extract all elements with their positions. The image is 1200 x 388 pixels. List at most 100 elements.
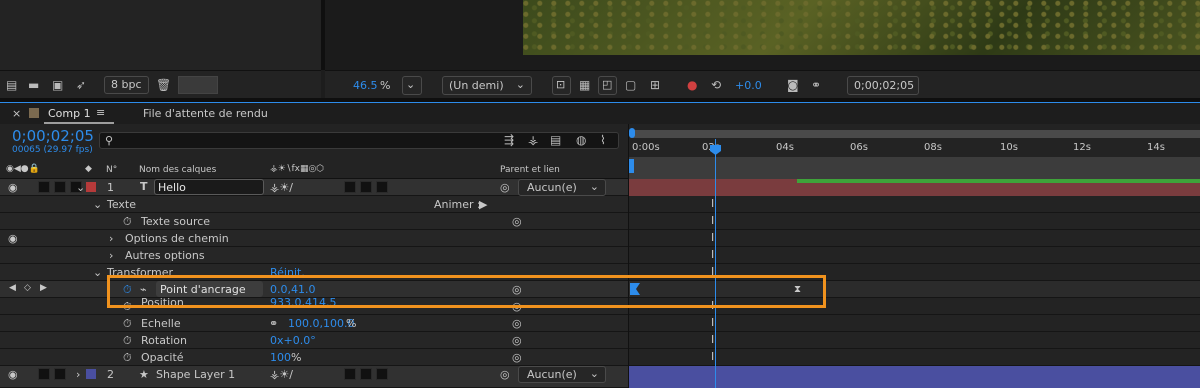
texte-source-row[interactable]: ⏱ Texte source ◎ — [0, 213, 628, 230]
keyframe-add-icon[interactable]: ◇ — [24, 283, 31, 293]
visibility-eye-icon[interactable]: ◉ — [8, 368, 18, 381]
collapse-switch-icon[interactable]: ⚶☀∕ — [270, 181, 293, 194]
options-chemin-row[interactable]: ◉ › Options de chemin — [0, 230, 628, 247]
stopwatch-icon[interactable]: ⏱ — [123, 351, 132, 365]
stopwatch-icon[interactable]: ⏱ — [123, 334, 132, 348]
current-time-display[interactable]: 0;00;02;05 — [12, 127, 94, 145]
echelle-row[interactable]: ⏱ Echelle ⚭ 100.0,100.0 % ◎ — [0, 315, 628, 332]
expand-chevron-icon[interactable]: › — [109, 249, 113, 262]
chevron-down-icon: ⌄ — [515, 78, 525, 91]
shape-layer-star-icon: ★ — [139, 368, 149, 381]
parent-dropdown[interactable]: Aucun(e) ⌄ — [518, 366, 606, 383]
stopwatch-icon[interactable]: ⏱ — [123, 317, 132, 331]
reset-exposure-icon[interactable]: ⟲ — [711, 78, 721, 92]
tab-comp-1[interactable]: Comp 1 — [48, 107, 91, 120]
comp-flowchart-icon[interactable]: ⇶ — [504, 133, 514, 147]
resolution-dropdown[interactable]: (Un demi) ⌄ — [442, 76, 532, 95]
expand-chevron-icon[interactable]: ⌄ — [93, 198, 102, 211]
opacite-value[interactable]: 100 — [270, 351, 291, 364]
visibility-eye-icon[interactable]: ◉ — [8, 181, 18, 194]
column-layer-name[interactable]: Nom des calques — [139, 165, 216, 175]
solo-switch[interactable] — [54, 181, 66, 193]
pick-whip-icon[interactable]: ◎ — [500, 368, 510, 381]
effect-switch[interactable] — [344, 368, 356, 380]
layer-name[interactable]: Hello — [158, 181, 186, 194]
time-navigator[interactable] — [629, 124, 1200, 139]
expand-chevron-icon[interactable]: › — [76, 368, 80, 381]
constrain-link-icon[interactable]: ⚭ — [269, 317, 278, 330]
exposure-value[interactable]: +0.0 — [735, 79, 762, 92]
pick-whip-icon[interactable]: ◎ — [512, 334, 522, 347]
expand-chevron-icon[interactable]: ⌄ — [76, 181, 85, 194]
tab-render-queue[interactable]: File d'attente de rendu — [143, 107, 268, 120]
mask-path-button[interactable]: ◰ — [598, 76, 617, 95]
navigator-start-handle[interactable] — [629, 128, 635, 138]
draft-3d-icon[interactable]: ⚶ — [528, 133, 538, 147]
adjustment-switch[interactable] — [360, 368, 372, 380]
pick-whip-icon[interactable]: ◎ — [500, 181, 510, 194]
project-panel — [0, 0, 321, 70]
parent-dropdown[interactable]: Aucun(e) ⌄ — [518, 179, 606, 196]
render-rocket-icon[interactable]: ➶ — [76, 78, 86, 92]
motion-blur-icon[interactable]: ◍ — [576, 133, 586, 147]
region-of-interest-icon[interactable]: ▢ — [625, 78, 636, 92]
interpret-footage-icon[interactable]: ▤ — [6, 78, 17, 92]
trash-icon[interactable]: 🗑 — [156, 78, 171, 92]
animer-label[interactable]: Animer : — [434, 198, 481, 211]
new-folder-icon[interactable]: ▬ — [28, 78, 39, 92]
adjustment-switch[interactable] — [360, 181, 372, 193]
layer-label-color[interactable] — [86, 369, 96, 379]
texte-group-row[interactable]: ⌄ Texte Animer : ▶ — [0, 196, 628, 213]
playhead-marker: I — [711, 333, 715, 346]
zoom-value[interactable]: 46.5 — [353, 79, 378, 92]
layer-name[interactable]: Shape Layer 1 — [156, 368, 235, 381]
3d-switch[interactable] — [376, 181, 388, 193]
visibility-eye-icon[interactable]: ◉ — [8, 232, 18, 245]
channels-rgb-icon[interactable]: ● — [687, 78, 697, 92]
viewer-timecode[interactable]: 0;00;02;05 — [847, 76, 919, 95]
navigator-bar[interactable] — [633, 130, 1200, 138]
layer-row-2[interactable]: ◉ › 2 ★ Shape Layer 1 ⚶☀∕ ◎ Aucun(e) ⌄ — [0, 366, 628, 388]
playhead-line[interactable] — [715, 139, 716, 388]
new-composition-icon[interactable]: ▣ — [52, 78, 63, 92]
frame-info: 00065 (29.97 fps) — [12, 145, 93, 155]
opacite-row[interactable]: ⏱ Opacité 100 % ◎ — [0, 349, 628, 366]
close-tab-icon[interactable]: × — [12, 107, 21, 120]
keyframe-next-icon[interactable]: ▶ — [40, 283, 47, 293]
effect-switch[interactable] — [344, 181, 356, 193]
options-chemin-label: Options de chemin — [125, 232, 229, 245]
echelle-value[interactable]: 100.0,100.0 — [288, 317, 354, 330]
keyframe-prev-icon[interactable]: ◀ — [9, 283, 16, 293]
grid-guides-icon[interactable]: ⊞ — [650, 78, 660, 92]
zoom-dropdown[interactable]: ⌄ — [402, 76, 422, 95]
expand-chevron-icon[interactable]: ⌄ — [93, 266, 102, 279]
show-snapshot-icon[interactable]: ⚭ — [811, 78, 821, 92]
pick-whip-icon[interactable]: ◎ — [512, 351, 522, 364]
transparency-grid-icon[interactable]: ▦ — [579, 78, 590, 92]
fast-preview-button[interactable]: ⊡ — [552, 76, 571, 95]
graph-editor-icon[interactable]: ⌇ — [600, 133, 606, 147]
stopwatch-icon[interactable]: ⏱ — [123, 215, 132, 229]
layer-label-color[interactable] — [86, 182, 96, 192]
rotation-value[interactable]: 0x+0.0° — [270, 334, 316, 347]
bpc-button[interactable]: 8 bpc — [104, 76, 149, 94]
tab-menu-icon[interactable]: ≡ — [96, 106, 105, 119]
frame-blending-icon[interactable]: ▤ — [550, 133, 561, 147]
rotation-row[interactable]: ⏱ Rotation 0x+0.0° ◎ — [0, 332, 628, 349]
pick-whip-icon[interactable]: ◎ — [512, 215, 522, 228]
autres-options-row[interactable]: › Autres options — [0, 247, 628, 264]
audio-switch[interactable] — [38, 368, 50, 380]
layer-number: 2 — [107, 368, 114, 381]
color-swatch[interactable] — [178, 76, 218, 94]
layer-row-1[interactable]: ◉ ⌄ 1 T Hello ⚶☀∕ ◎ Aucun(e) ⌄ — [0, 179, 628, 196]
3d-switch[interactable] — [376, 368, 388, 380]
snapshot-camera-icon[interactable]: ◙ — [787, 78, 799, 92]
expand-chevron-icon[interactable]: › — [109, 232, 113, 245]
work-area-start[interactable] — [629, 159, 634, 173]
animer-play-icon[interactable]: ▶ — [479, 198, 487, 211]
resolution-label: (Un demi) — [449, 79, 504, 92]
collapse-switch-icon[interactable]: ⚶☀∕ — [270, 368, 293, 381]
audio-switch[interactable] — [38, 181, 50, 193]
pick-whip-icon[interactable]: ◎ — [512, 317, 522, 330]
solo-switch[interactable] — [54, 368, 66, 380]
